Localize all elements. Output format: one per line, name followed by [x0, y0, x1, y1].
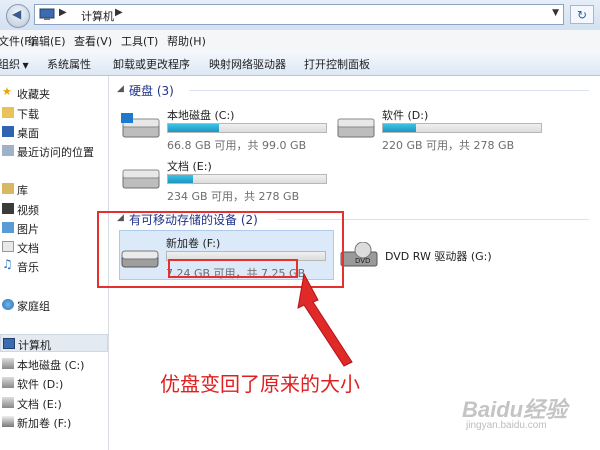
nav-homegroup-label: 家庭组: [17, 300, 50, 313]
nav-computer[interactable]: 计算机: [0, 334, 108, 352]
refresh-icon: ↻: [576, 8, 588, 22]
menu-view[interactable]: 查看(V): [74, 33, 112, 49]
annotation-size-box: [168, 259, 298, 278]
nav-computer-label: 计算机: [18, 339, 51, 352]
hard-drive-icon: [122, 169, 160, 189]
drive-free-space: 66.8 GB 可用，共 99.0 GB: [167, 139, 307, 152]
video-icon: [2, 203, 14, 214]
drive-capacity-fill: [168, 175, 193, 183]
watermark-url: jingyan.baidu.com: [466, 420, 547, 431]
organize-button[interactable]: 组织 ▼: [0, 56, 29, 72]
collapse-group-icon[interactable]: ◢: [117, 84, 124, 94]
organize-label: 组织: [0, 58, 20, 71]
hard-drive-icon: [121, 113, 160, 138]
nav-item-label: 视频: [17, 204, 39, 217]
nav-item-label: 软件 (D:): [17, 378, 64, 391]
dvd-drive-icon: DVD: [340, 242, 378, 267]
nav-item-videos[interactable]: 视频: [0, 200, 108, 218]
uninstall-program-button[interactable]: 卸载或更改程序: [113, 56, 190, 72]
drive-free-space: 234 GB 可用，共 278 GB: [167, 190, 300, 203]
drive-capacity-bar: [167, 123, 327, 133]
drive-name: 软件 (D:): [382, 109, 429, 122]
downloads-folder-icon: [2, 107, 14, 118]
drive-tile-e[interactable]: 文档 (E:) 234 GB 可用，共 278 GB: [121, 158, 331, 214]
drive-name: 本地磁盘 (C:): [167, 109, 235, 122]
hard-drive-icon: [337, 118, 375, 138]
drive-name: DVD RW 驱动器 (G:): [385, 250, 492, 263]
documents-icon: [2, 241, 14, 252]
nav-item-music[interactable]: ♫ 音乐: [0, 257, 108, 275]
nav-libraries-label: 库: [17, 184, 28, 197]
nav-favorites[interactable]: ★ 收藏夹: [0, 84, 108, 102]
annotation-caption: 优盘变回了原来的大小: [160, 372, 360, 396]
nav-item-label: 音乐: [17, 261, 39, 274]
hard-drive-icon: [2, 358, 14, 369]
open-control-panel-button[interactable]: 打开控制面板: [304, 56, 370, 72]
map-network-drive-button[interactable]: 映射网络驱动器: [209, 56, 286, 72]
drive-tile-g[interactable]: DVD DVD RW 驱动器 (G:): [339, 236, 539, 292]
nav-item-downloads[interactable]: 下载: [0, 104, 108, 122]
drive-free-space: 220 GB 可用，共 278 GB: [382, 139, 515, 152]
menu-help[interactable]: 帮助(H): [167, 33, 206, 49]
nav-item-drive-c[interactable]: 本地磁盘 (C:): [0, 355, 108, 373]
star-icon: ★: [2, 85, 12, 98]
nav-favorites-label: 收藏夹: [17, 88, 50, 101]
drive-capacity-bar: [167, 174, 327, 184]
recent-places-icon: [2, 145, 14, 156]
hard-drive-icon: [2, 377, 14, 388]
nav-item-drive-d[interactable]: 软件 (D:): [0, 374, 108, 392]
nav-item-documents[interactable]: 文档: [0, 238, 108, 256]
group-hard-disks-title[interactable]: 硬盘 (3): [129, 82, 174, 99]
nav-item-label: 桌面: [17, 127, 39, 140]
nav-item-drive-f[interactable]: 新加卷 (F:): [0, 413, 108, 431]
nav-item-pictures[interactable]: 图片: [0, 219, 108, 237]
hard-drive-icon: [2, 397, 14, 408]
system-properties-button[interactable]: 系统属性: [47, 56, 91, 72]
nav-item-desktop[interactable]: 桌面: [0, 123, 108, 141]
drive-tile-c[interactable]: 本地磁盘 (C:) 66.8 GB 可用，共 99.0 GB: [121, 107, 331, 163]
back-arrow-icon: ◀: [12, 7, 22, 21]
drive-capacity-fill: [168, 124, 220, 132]
nav-item-label: 本地磁盘 (C:): [17, 359, 85, 372]
nav-homegroup[interactable]: 家庭组: [0, 296, 108, 314]
libraries-icon: [2, 183, 14, 194]
pictures-icon: [2, 222, 14, 233]
computer-icon: [3, 338, 15, 349]
address-dropdown-icon[interactable]: ▼: [552, 8, 559, 18]
homegroup-icon: [2, 299, 14, 310]
nav-item-drive-e[interactable]: 文档 (E:): [0, 394, 108, 412]
breadcrumb-computer[interactable]: 计算机: [81, 8, 114, 24]
address-input[interactable]: ▶ 计算机 ▶ ▼: [34, 4, 564, 25]
refresh-button[interactable]: ↻: [570, 5, 594, 24]
music-icon: ♫: [2, 257, 13, 271]
menu-tools[interactable]: 工具(T): [121, 33, 158, 49]
command-bar: 组织 ▼ 系统属性 卸载或更改程序 映射网络驱动器 打开控制面板: [0, 50, 600, 76]
nav-item-label: 下载: [17, 108, 39, 121]
group-divider: [189, 90, 589, 91]
desktop-icon: [2, 126, 14, 137]
nav-item-label: 文档 (E:): [17, 398, 62, 411]
usb-drive-icon: [2, 416, 14, 427]
menu-edit[interactable]: 编辑(E): [28, 33, 66, 49]
svg-text:DVD: DVD: [355, 257, 370, 265]
address-bar: ◀ ▶ 计算机 ▶ ▼ ↻: [0, 0, 600, 31]
nav-item-label: 最近访问的位置: [17, 146, 94, 159]
nav-item-recent-places[interactable]: 最近访问的位置: [0, 142, 108, 160]
drive-capacity-fill: [383, 124, 417, 132]
nav-item-label: 图片: [17, 223, 39, 236]
nav-item-label: 文档: [17, 242, 39, 255]
drive-tile-d[interactable]: 软件 (D:) 220 GB 可用，共 278 GB: [336, 107, 546, 163]
drive-name: 文档 (E:): [167, 160, 212, 173]
back-button[interactable]: ◀: [6, 4, 30, 28]
navigation-pane: ★ 收藏夹 下载 桌面 最近访问的位置 库 视频 图片 文档 ♫ 音乐 家庭组 …: [0, 76, 109, 450]
nav-item-label: 新加卷 (F:): [17, 417, 72, 430]
computer-icon: [39, 8, 55, 20]
nav-libraries[interactable]: 库: [0, 180, 108, 198]
drive-capacity-bar: [382, 123, 542, 133]
breadcrumb-separator-icon[interactable]: ▶: [115, 7, 123, 18]
breadcrumb-separator-icon[interactable]: ▶: [59, 7, 67, 18]
menu-bar: 文件(F) 编辑(E) 查看(V) 工具(T) 帮助(H): [0, 30, 600, 51]
